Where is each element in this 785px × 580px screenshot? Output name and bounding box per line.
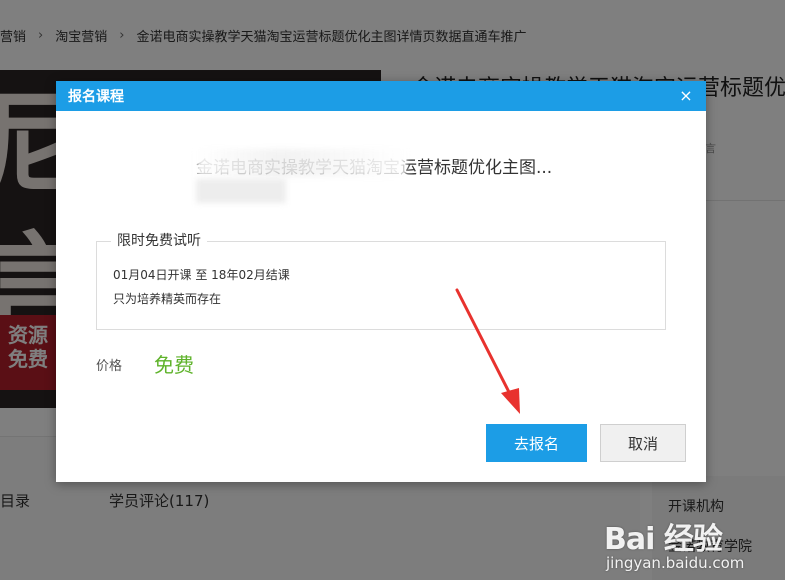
trial-slogan: 只为培养精英而存在 — [113, 292, 222, 306]
trial-dates: 01月04日开课 至 18年02月结课 — [113, 268, 290, 282]
redaction-blur — [196, 179, 286, 203]
enroll-button[interactable]: 去报名 — [486, 424, 587, 462]
cancel-button[interactable]: 取消 — [600, 424, 686, 462]
price-label: 价格 — [96, 359, 123, 374]
modal-title: 报名课程 — [68, 89, 124, 105]
baidu-jingyan-watermark: Bai 经验 jingyan.baidu.com — [604, 510, 785, 580]
redaction-blur — [196, 149, 406, 177]
watermark-url: jingyan.baidu.com — [606, 554, 745, 572]
enroll-modal: 报名课程 × 金诺电商实操教学天猫淘宝运营标题优化主图... 限时免费试听 01… — [56, 81, 706, 482]
price-value: 免费 — [154, 353, 194, 377]
trial-info-box: 限时免费试听 01月04日开课 至 18年02月结课 只为培养精英而存在 — [96, 232, 666, 330]
trial-legend: 限时免费试听 — [111, 232, 207, 250]
modal-header: 报名课程 × — [56, 81, 706, 111]
watermark-logo: Bai 经验 — [604, 522, 723, 557]
close-icon[interactable]: × — [678, 88, 694, 104]
